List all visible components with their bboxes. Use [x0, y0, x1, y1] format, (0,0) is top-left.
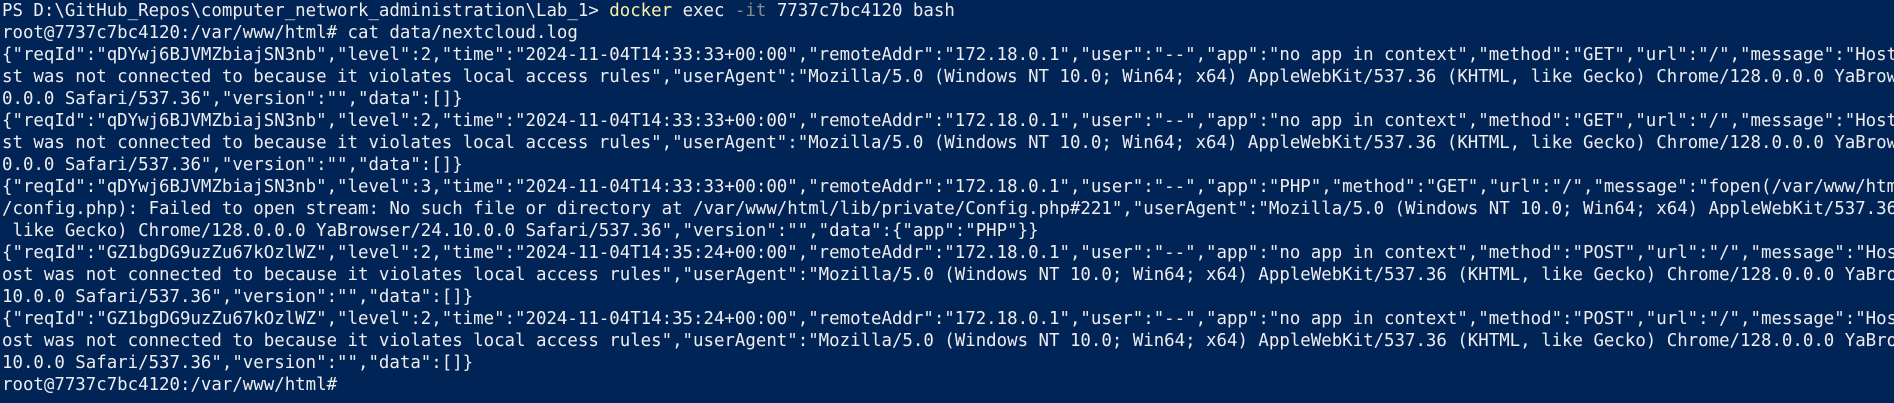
log-line: /config.php): Failed to open stream: No …	[2, 199, 1894, 219]
powershell-prompt: PS D:\GitHub_Repos\computer_network_admi…	[2, 1, 610, 21]
log-line: ost was not connected to because it viol…	[2, 331, 1894, 351]
powershell-prompt-line: PS D:\GitHub_Repos\computer_network_admi…	[2, 0, 1894, 22]
docker-subcommand: exec	[672, 1, 735, 21]
log-line: {"reqId":"qDYwj6BJVMZbiajSN3nb","level":…	[2, 177, 1894, 197]
log-line: {"reqId":"GZ1bgDG9uzZu67kOzlWZ","level":…	[2, 243, 1894, 263]
docker-command: docker	[609, 1, 673, 21]
final-prompt-line[interactable]: root@7737c7bc4120:/var/www/html#	[2, 374, 1894, 396]
log-line: like Gecko) Chrome/128.0.0.0 YaBrowser/2…	[2, 221, 1039, 241]
docker-arguments: 7737c7bc4120 bash	[766, 1, 955, 21]
cat-command-line: root@7737c7bc4120:/var/www/html# cat dat…	[2, 23, 578, 43]
log-line: {"reqId":"qDYwj6BJVMZbiajSN3nb","level":…	[2, 45, 1894, 65]
final-prompt: root@7737c7bc4120:/var/www/html#	[2, 375, 348, 395]
log-line: 0.0.0 Safari/537.36","version":"","data"…	[2, 155, 463, 175]
log-line: st was not connected to because it viola…	[2, 67, 1894, 87]
log-line: 0.0.0 Safari/537.36","version":"","data"…	[2, 89, 463, 109]
docker-flag: -it	[734, 1, 767, 21]
log-line: {"reqId":"qDYwj6BJVMZbiajSN3nb","level":…	[2, 111, 1894, 131]
log-line: {"reqId":"GZ1bgDG9uzZu67kOzlWZ","level":…	[2, 309, 1894, 329]
log-line: 10.0.0 Safari/537.36","version":"","data…	[2, 287, 474, 307]
text-cursor	[348, 375, 358, 393]
log-line: ost was not connected to because it viol…	[2, 265, 1894, 285]
log-line: st was not connected to because it viola…	[2, 133, 1894, 153]
log-line: 10.0.0 Safari/537.36","version":"","data…	[2, 353, 474, 373]
terminal-window[interactable]: PS D:\GitHub_Repos\computer_network_admi…	[0, 0, 1894, 403]
